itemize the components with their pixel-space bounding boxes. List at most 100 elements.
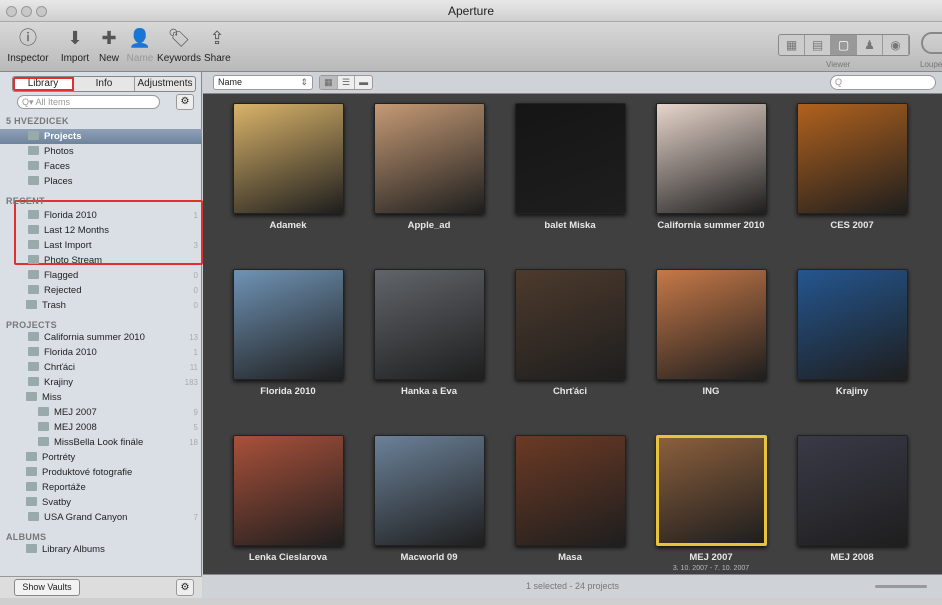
- sidebar-item[interactable]: Krajiny 183: [0, 375, 202, 390]
- viewer-only-icon[interactable]: ▢: [831, 35, 857, 55]
- project-thumbnail[interactable]: [233, 269, 344, 380]
- sidebar-item[interactable]: Florida 2010 1: [0, 208, 202, 223]
- project-tile[interactable]: Hanka a Eva: [359, 269, 499, 439]
- sidebar-item[interactable]: Svatby: [0, 495, 202, 510]
- sidebar-item[interactable]: Projects: [0, 129, 202, 144]
- sidebar-item-label: Portréty: [42, 452, 76, 463]
- project-tile[interactable]: Florida 2010: [218, 269, 358, 439]
- sidebar-item-label: Produktové fotografie: [42, 467, 133, 478]
- sidebar-item-label: Trash: [42, 300, 66, 311]
- tab-library[interactable]: Library: [13, 77, 74, 91]
- project-tile[interactable]: Chrťáci: [500, 269, 640, 439]
- project-tile[interactable]: ING: [641, 269, 781, 439]
- faces-view-icon[interactable]: ♟: [857, 35, 883, 55]
- project-thumbnail[interactable]: [797, 435, 908, 546]
- project-thumbnail[interactable]: [374, 435, 485, 546]
- project-thumbnail[interactable]: [656, 103, 767, 214]
- library-search-input[interactable]: Q▾ All Items: [17, 95, 160, 109]
- project-thumbnail[interactable]: [233, 103, 344, 214]
- sidebar-item[interactable]: Photo Stream: [0, 253, 202, 268]
- project-thumbnail[interactable]: [656, 435, 767, 546]
- sidebar-item[interactable]: Trash 0: [0, 298, 202, 313]
- project-thumbnail[interactable]: [233, 435, 344, 546]
- new-button[interactable]: ✚ New: [96, 26, 122, 64]
- faces-icon: [28, 161, 39, 170]
- sidebar-item[interactable]: USA Grand Canyon 7: [0, 510, 202, 525]
- sidebar-item[interactable]: Florida 2010 1: [0, 345, 202, 360]
- project-tile[interactable]: Apple_ad: [359, 103, 499, 273]
- project-name: Hanka a Eva: [401, 386, 457, 397]
- split-view-icon[interactable]: ▤: [805, 35, 831, 55]
- project-thumbnail[interactable]: [515, 435, 626, 546]
- sidebar-item[interactable]: Chrťáci 11: [0, 360, 202, 375]
- sidebar-item[interactable]: Faces: [0, 159, 202, 174]
- sidebar-item[interactable]: Reportáže: [0, 480, 202, 495]
- import-icon: ⬇: [67, 28, 83, 48]
- sidebar-item[interactable]: Library Albums: [0, 542, 202, 557]
- sidebar-item[interactable]: Last 12 Months: [0, 223, 202, 238]
- places-view-icon[interactable]: ◉: [883, 35, 909, 55]
- item-count: 183: [184, 378, 198, 387]
- sidebar-item[interactable]: MEJ 2007 9: [0, 405, 202, 420]
- sidebar-item[interactable]: Rejected 0: [0, 283, 202, 298]
- folder-icon: [28, 377, 39, 386]
- project-thumbnail[interactable]: [656, 269, 767, 380]
- sidebar-item[interactable]: Miss: [0, 390, 202, 405]
- list-layout-icon[interactable]: ☰: [338, 76, 356, 89]
- sidebar-item[interactable]: Last Import 3: [0, 238, 202, 253]
- project-name: California summer 2010: [657, 220, 765, 231]
- project-thumbnail[interactable]: [797, 269, 908, 380]
- browser-search-input[interactable]: Q: [830, 75, 936, 90]
- browser-grid-icon[interactable]: ▦: [779, 35, 805, 55]
- sidebar-item[interactable]: Photos: [0, 144, 202, 159]
- name-button[interactable]: 👤 Name: [126, 26, 154, 64]
- sidebar-item-label: Florida 2010: [44, 347, 97, 358]
- browser-toolbar: Name ⇕ ▦ ☰ ▬ Q: [203, 72, 942, 94]
- import-button[interactable]: ⬇ Import: [58, 26, 92, 64]
- viewer-label: Viewer: [826, 60, 851, 69]
- folder-icon: [26, 392, 37, 401]
- sidebar-item[interactable]: Places: [0, 174, 202, 189]
- inspector-button[interactable]: ⓘ Inspector: [6, 26, 50, 64]
- project-tile[interactable]: balet Miska: [500, 103, 640, 273]
- project-tile[interactable]: CES 2007: [782, 103, 922, 273]
- browser-pane: Name ⇕ ▦ ☰ ▬ Q Adamek Apple_ad balet Miska C…: [203, 72, 942, 598]
- project-tile[interactable]: Adamek: [218, 103, 358, 273]
- sort-select[interactable]: Name ⇕: [213, 75, 313, 90]
- section-albums: ALBUMS: [6, 532, 47, 542]
- project-thumbnail[interactable]: [515, 103, 626, 214]
- share-button[interactable]: ⇪ Share: [204, 26, 231, 64]
- folder-icon: [26, 452, 37, 461]
- sidebar-item[interactable]: Produktové fotografie: [0, 465, 202, 480]
- tab-adjustments[interactable]: Adjustments: [135, 77, 195, 91]
- filmstrip-layout-icon[interactable]: ▬: [355, 76, 372, 89]
- keywords-button[interactable]: 🏷 Keywords: [156, 26, 202, 64]
- gear-icon[interactable]: ⚙: [176, 579, 194, 596]
- project-thumbnail[interactable]: [374, 269, 485, 380]
- sidebar-item[interactable]: MissBella Look finále 18: [0, 435, 202, 450]
- zoom-window-button[interactable]: [36, 6, 47, 17]
- show-vaults-button[interactable]: Show Vaults: [14, 579, 80, 596]
- project-thumbnail[interactable]: [797, 103, 908, 214]
- sidebar-item[interactable]: Portréty: [0, 450, 202, 465]
- project-thumbnail[interactable]: [515, 269, 626, 380]
- sidebar-item[interactable]: California summer 2010 13: [0, 330, 202, 345]
- project-thumbnail[interactable]: [374, 103, 485, 214]
- grid-layout-icon[interactable]: ▦: [320, 76, 338, 89]
- project-tile[interactable]: California summer 2010: [641, 103, 781, 273]
- info-icon: ⓘ: [19, 28, 37, 48]
- loupe-icon[interactable]: [921, 32, 942, 54]
- sidebar-item[interactable]: Flagged 0: [0, 268, 202, 283]
- folder-icon: [38, 422, 49, 431]
- close-window-button[interactable]: [6, 6, 17, 17]
- layout-buttons: ▦ ☰ ▬: [319, 75, 373, 90]
- tab-info[interactable]: Info: [74, 77, 135, 91]
- thumbnail-size-slider[interactable]: [875, 585, 927, 588]
- project-tile[interactable]: Krajiny: [782, 269, 922, 439]
- sidebar-item-label: Flagged: [44, 270, 79, 281]
- window-title: Aperture: [447, 4, 495, 18]
- item-count: 0: [193, 286, 198, 295]
- minimize-window-button[interactable]: [21, 6, 32, 17]
- gear-icon[interactable]: ⚙: [176, 94, 194, 110]
- sidebar-item[interactable]: MEJ 2008 5: [0, 420, 202, 435]
